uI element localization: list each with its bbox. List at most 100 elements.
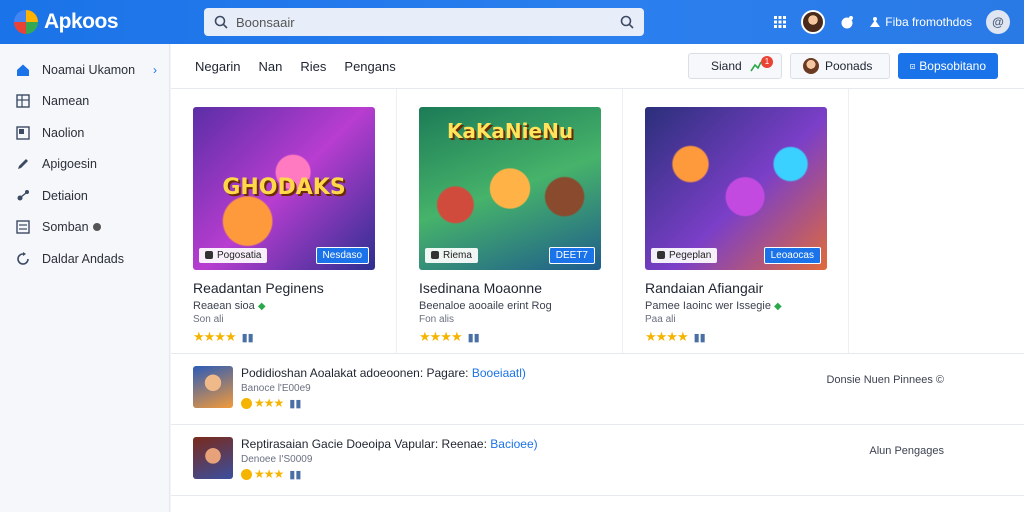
- list-item-title[interactable]: Podidioshan Aoalakat adoeoonen: Pagare: …: [241, 366, 526, 380]
- card-title[interactable]: Randaian Afiangair: [645, 280, 848, 296]
- stars-text: ★★★★: [193, 329, 237, 344]
- card-title[interactable]: Readantan Peginens: [193, 280, 396, 296]
- home-icon: [16, 63, 30, 77]
- list-item[interactable]: Reptirasaian Gacie Doeoipa Vapular: Reen…: [171, 424, 1024, 495]
- refresh-icon: [16, 251, 30, 266]
- chip-label: Riema: [443, 249, 472, 261]
- notification-badge: 1: [761, 56, 773, 68]
- card-subtitle: Beenaloe aooaile erint Rog: [419, 300, 552, 312]
- account-avatar[interactable]: @: [986, 10, 1010, 34]
- primary-action-button[interactable]: Bopsobitano: [898, 53, 998, 79]
- tab-negarin[interactable]: Negarin: [195, 59, 241, 74]
- sidebar-item-detiaion[interactable]: Detiaion: [0, 180, 169, 212]
- sidebar-item-label: Apigoesin: [42, 157, 97, 172]
- list-item-action[interactable]: Alun Pengages: [869, 445, 944, 457]
- rating-stars: ★★★★ ▮▮: [419, 329, 622, 345]
- poonads-button-label: Poonads: [825, 59, 873, 73]
- top-actions: Fiba fromothdos @: [773, 10, 1010, 34]
- search-submit-icon[interactable]: [620, 15, 634, 29]
- search-input[interactable]: [236, 14, 620, 30]
- brand[interactable]: Apkoos: [14, 10, 184, 34]
- app-icon: [657, 251, 665, 259]
- sidebar-item-label: Noamai Ukamon: [42, 62, 136, 77]
- artwork-bar: Pogosatia Nesdaso: [199, 246, 369, 264]
- card-subtitle: Pamee Iaoinc wer Issegie ◆: [645, 300, 848, 312]
- toolbar: Siand 1 Poonads Bopsobitano: [688, 53, 998, 79]
- app-icon: [205, 251, 213, 259]
- card-meta: Fon alis: [419, 314, 455, 325]
- featured-card[interactable]: KaKaNieNu Riema DEET7 Isedinana Moaonne …: [397, 89, 623, 353]
- artwork-chip: Pogosatia: [199, 247, 268, 263]
- sidebar-item-apigoesin[interactable]: Apigoesin: [0, 149, 169, 181]
- coin-icon: [241, 469, 252, 481]
- list-item-action[interactable]: Donsie Nuen Pinnees ©: [826, 374, 944, 386]
- sidebar-item-namean[interactable]: Namean: [0, 86, 169, 118]
- tab-pengans[interactable]: Pengans: [344, 59, 395, 74]
- list-item-info: Podidioshan Aoalakat adoeoonen: Pagare: …: [241, 366, 526, 410]
- app-thumbnail[interactable]: [193, 366, 233, 408]
- artwork-button[interactable]: Leoaocas: [763, 246, 821, 264]
- stats-icon[interactable]: ▮▮: [694, 332, 706, 344]
- coin-icon: [241, 398, 252, 410]
- verified-icon: ◆: [774, 301, 782, 312]
- sidebar-item-somban[interactable]: Somban: [0, 212, 169, 244]
- game-artwork[interactable]: KaKaNieNu Riema DEET7: [419, 107, 601, 270]
- sidebar-item-daldar-andads[interactable]: Daldar Andads: [0, 243, 169, 275]
- app-thumbnail[interactable]: [193, 437, 233, 479]
- stats-icon[interactable]: ▮▮: [289, 398, 301, 410]
- poonads-button[interactable]: Poonads: [790, 53, 890, 79]
- sidebar-item-label: Naolion: [42, 125, 85, 140]
- card-subtitle-text: Pamee Iaoinc wer Issegie: [645, 300, 771, 312]
- sidebar-item-home[interactable]: Noamai Ukamon ›: [0, 54, 169, 86]
- user-label: Fiba fromothdos: [885, 15, 972, 29]
- stars-text: ★★★: [254, 396, 284, 410]
- list-item-title[interactable]: Reptirasaian Gacie Doeoipa Vapular: Reen…: [241, 437, 538, 451]
- apps-grid-icon[interactable]: [773, 15, 787, 29]
- stars-text: ★★★★: [645, 329, 689, 344]
- stats-icon[interactable]: ▮▮: [242, 332, 254, 344]
- window-icon: [16, 126, 30, 140]
- main-content: Negarin Nan Ries Pengans Siand 1 Poonads…: [171, 44, 1024, 512]
- artwork-chip: Pegeplan: [651, 247, 718, 263]
- artwork-bar: Pegeplan Leoaocas: [651, 246, 821, 264]
- tab-ries[interactable]: Ries: [300, 59, 326, 74]
- artwork-button[interactable]: Nesdaso: [315, 246, 369, 264]
- rating-stars: ★★★ ▮▮: [241, 396, 526, 410]
- list-item-title-text: Podidioshan Aoalakat adoeoonen: Pagare:: [241, 366, 469, 380]
- card-subtitle: Reaean sioa ◆: [193, 300, 396, 312]
- stats-icon[interactable]: ▮▮: [468, 332, 480, 344]
- grid-icon: [16, 94, 30, 108]
- share-icon: [16, 189, 30, 203]
- featured-card[interactable]: Pegeplan Leoaocas Randaian Afiangair Pam…: [623, 89, 849, 353]
- tab-nan[interactable]: Nan: [259, 59, 283, 74]
- list-item-link[interactable]: Bacioee): [490, 437, 537, 451]
- user-menu[interactable]: Fiba fromothdos: [869, 15, 972, 29]
- app-list: Podidioshan Aoalakat adoeoonen: Pagare: …: [171, 353, 1024, 512]
- artwork-button[interactable]: DEET7: [548, 246, 595, 264]
- card-title[interactable]: Isedinana Moaonne: [419, 280, 622, 296]
- game-artwork[interactable]: Pegeplan Leoaocas: [645, 107, 827, 270]
- sidebar-item-label: Somban: [42, 220, 89, 235]
- stats-icon[interactable]: ▮▮: [289, 469, 301, 481]
- rating-stars: ★★★★ ▮▮: [645, 329, 848, 345]
- profile-avatar[interactable]: [801, 10, 826, 34]
- sidebar-item-label: Daldar Andads: [42, 251, 125, 266]
- featured-card[interactable]: GHODAKS Pogosatia Nesdaso Readantan Pegi…: [171, 89, 397, 353]
- app-icon: [431, 251, 439, 259]
- sidebar: Noamai Ukamon › Namean Naolion Apigoesin…: [0, 44, 170, 512]
- siand-button[interactable]: Siand 1: [688, 53, 782, 79]
- chip-label: Pogosatia: [217, 249, 262, 261]
- featured-cards: GHODAKS Pogosatia Nesdaso Readantan Pegi…: [171, 89, 849, 353]
- primary-action-label: Bopsobitano: [919, 59, 986, 73]
- sidebar-item-label: Namean: [42, 94, 90, 109]
- chevron-right-icon: ›: [153, 62, 157, 77]
- card-subtitle-text: Reaean sioa: [193, 300, 255, 312]
- game-artwork[interactable]: GHODAKS Pogosatia Nesdaso: [193, 107, 375, 270]
- notification-icon[interactable]: [839, 14, 855, 30]
- search-bar[interactable]: [204, 8, 644, 36]
- list-item-link[interactable]: Booeiaatl): [472, 366, 526, 380]
- card-meta: Paa ali: [645, 314, 676, 325]
- sidebar-item-naolion[interactable]: Naolion: [0, 117, 169, 149]
- list-item[interactable]: Podidioshan Aoalakat adoeoonen: Pagare: …: [171, 353, 1024, 424]
- stars-text: ★★★★: [419, 329, 463, 344]
